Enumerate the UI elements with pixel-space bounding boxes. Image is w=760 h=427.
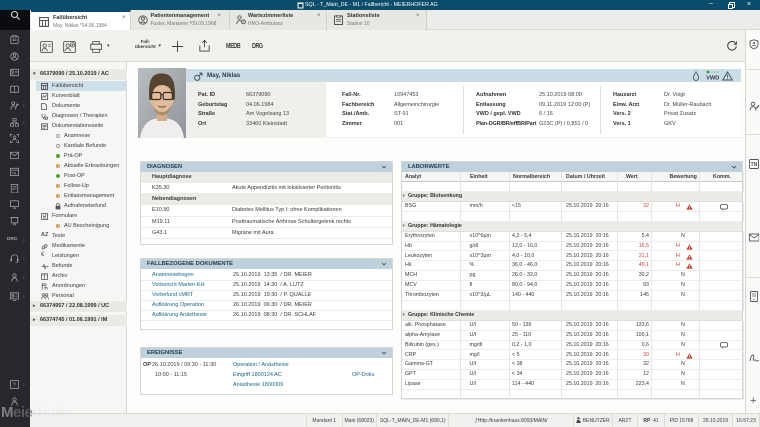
svg-text:TN: TN xyxy=(750,162,757,168)
svg-text:?: ? xyxy=(13,383,16,389)
svg-text:VWD: VWD xyxy=(706,76,719,81)
svg-text:TB: TB xyxy=(12,171,17,175)
